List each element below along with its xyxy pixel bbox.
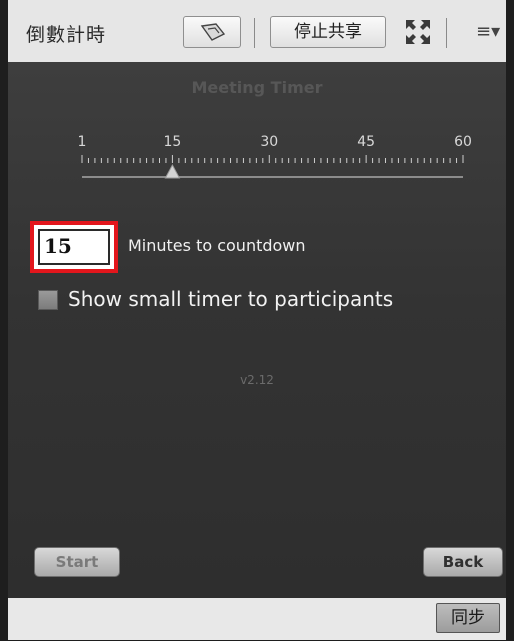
timer-pod-window: 倒數計時 停止共享 ≡▾ Meeting Timer 1 15 30 45 60	[0, 0, 514, 641]
back-button[interactable]: Back	[423, 547, 503, 577]
small-timer-label[interactable]: Show small timer to participants	[68, 287, 393, 311]
pod-header: 倒數計時 停止共享 ≡▾	[0, 0, 514, 62]
minutes-input-highlight: 15	[30, 221, 118, 273]
pointer-tool-icon	[200, 23, 226, 41]
slider-tick-label: 60	[454, 134, 472, 150]
slider-tick-label: 30	[260, 134, 279, 150]
small-timer-checkbox[interactable]	[38, 290, 58, 310]
pointer-tool-button[interactable]	[183, 16, 241, 48]
slider-ticks	[81, 155, 464, 163]
start-button[interactable]: Start	[34, 547, 120, 577]
pod-footer: 同步	[0, 598, 514, 641]
slider-tick-label: 1	[77, 134, 87, 150]
header-divider	[446, 18, 447, 48]
header-divider	[254, 18, 255, 48]
version-label: v2.12	[240, 373, 274, 387]
fullscreen-icon[interactable]	[404, 18, 432, 46]
sync-button[interactable]: 同步	[436, 603, 500, 633]
pod-menu-icon[interactable]: ≡▾	[476, 22, 500, 42]
slider-tick-label: 15	[163, 134, 182, 150]
minutes-input[interactable]: 15	[38, 229, 110, 265]
stop-share-button[interactable]: 停止共享	[270, 16, 386, 48]
app-title: Meeting Timer	[191, 78, 323, 97]
slider-tick-label: 45	[357, 134, 376, 150]
minutes-label: Minutes to countdown	[128, 236, 306, 255]
minutes-slider[interactable]	[68, 150, 488, 184]
timer-panel: Meeting Timer 1 15 30 45 60 15 Minutes to co…	[0, 62, 514, 598]
slider-thumb[interactable]	[164, 163, 181, 179]
pod-title: 倒數計時	[26, 24, 107, 46]
